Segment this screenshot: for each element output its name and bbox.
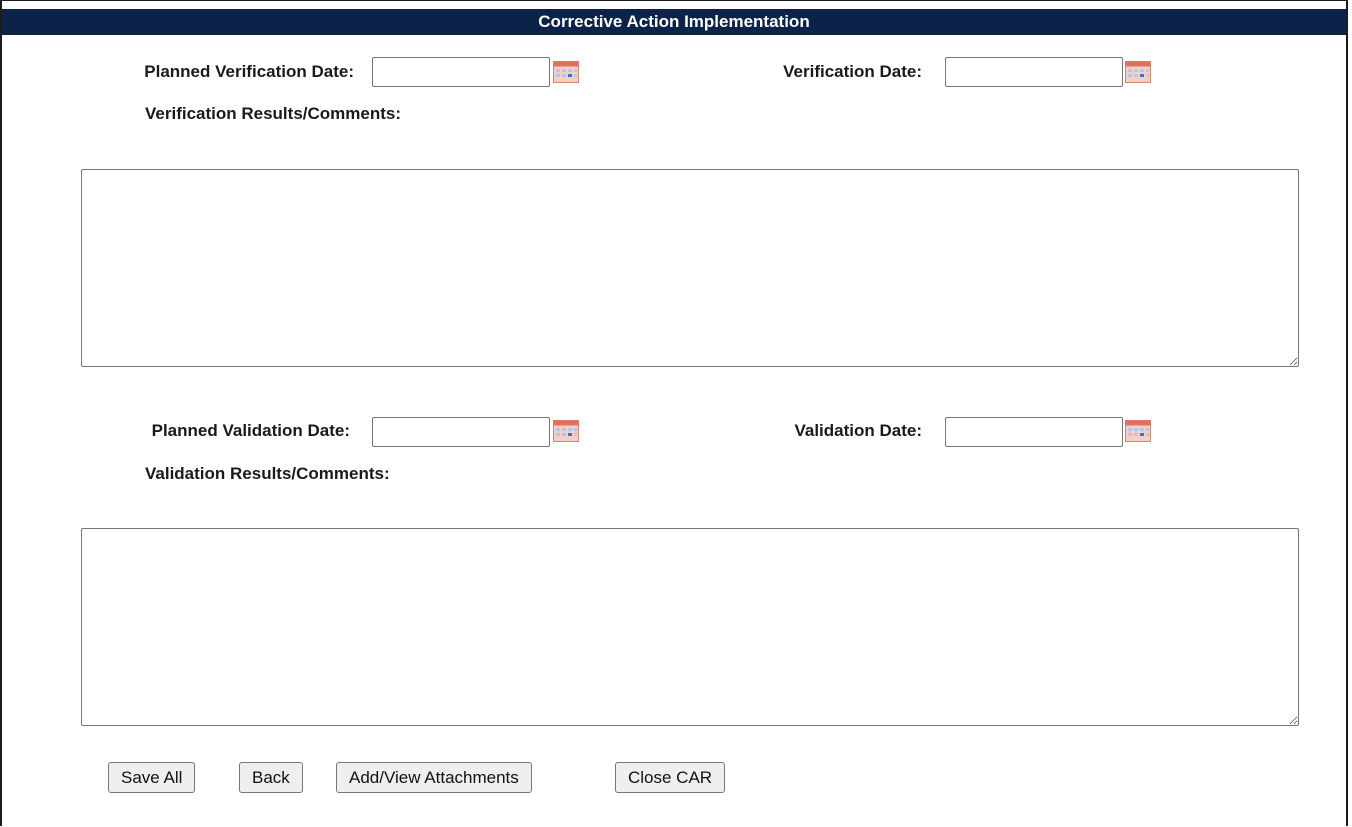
calendar-icon[interactable]: [1125, 420, 1151, 442]
back-button[interactable]: Back: [239, 762, 303, 793]
section-header: Corrective Action Implementation: [2, 9, 1346, 35]
planned-verification-date-input[interactable]: [372, 57, 550, 87]
validation-date-label: Validation Date:: [794, 421, 922, 440]
validation-date-input[interactable]: [945, 417, 1123, 447]
validation-comments-textarea[interactable]: [81, 528, 1299, 726]
calendar-icon[interactable]: [1125, 61, 1151, 83]
verification-date-input[interactable]: [945, 57, 1123, 87]
close-car-button[interactable]: Close CAR: [615, 762, 726, 793]
verification-comments-label: Verification Results/Comments:: [145, 104, 402, 123]
planned-validation-date-input[interactable]: [372, 417, 550, 447]
calendar-icon[interactable]: [553, 61, 579, 83]
verification-date-label: Verification Date:: [783, 62, 922, 81]
validation-comments-label: Validation Results/Comments:: [145, 464, 390, 483]
add-view-attachments-button[interactable]: Add/View Attachments: [336, 762, 532, 793]
save-all-button[interactable]: Save All: [108, 762, 196, 793]
planned-validation-date-label: Planned Validation Date:: [151, 421, 350, 440]
planned-verification-date-label: Planned Verification Date:: [144, 62, 354, 81]
calendar-icon[interactable]: [553, 420, 579, 442]
verification-comments-textarea[interactable]: [81, 169, 1299, 367]
